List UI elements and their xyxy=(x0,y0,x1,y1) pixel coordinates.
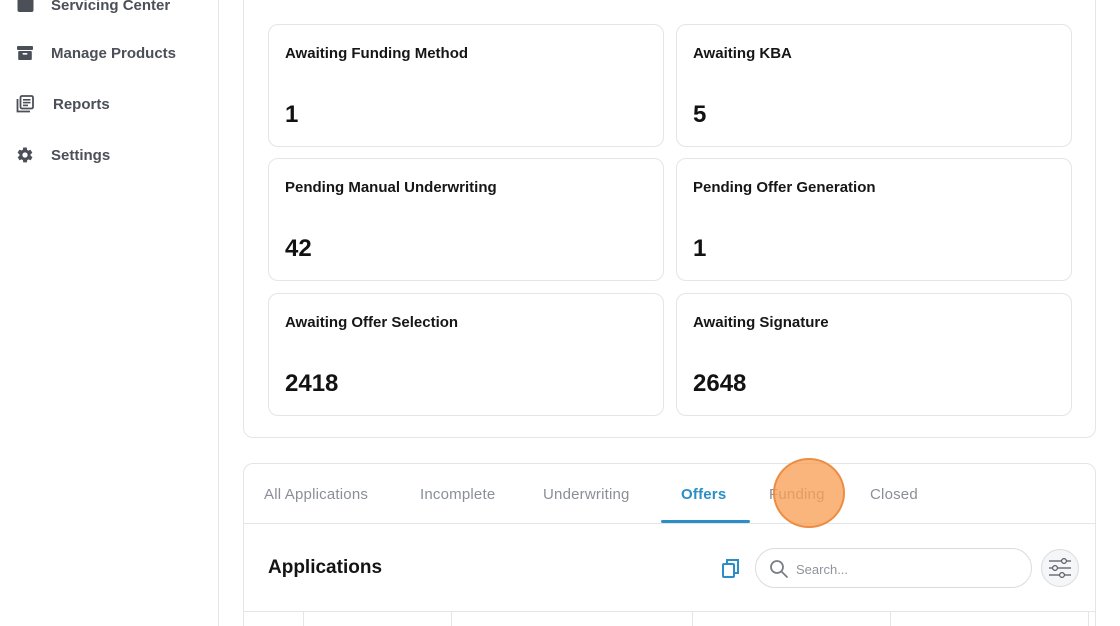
stat-value: 2418 xyxy=(285,370,339,397)
applications-title: Applications xyxy=(268,557,383,578)
stat-label: Awaiting Offer Selection xyxy=(285,314,459,331)
sidebar-item-settings[interactable]: Settings xyxy=(0,137,218,173)
stat-card-pending-offer-generation[interactable]: Pending Offer Generation 1 xyxy=(676,158,1072,281)
stat-label: Pending Offer Generation xyxy=(693,179,876,196)
sidebar-item-label: Servicing Center xyxy=(51,0,171,14)
sidebar-item-reports[interactable]: Reports xyxy=(0,86,218,122)
sidebar: Servicing Center Manage Products Reports… xyxy=(0,0,219,626)
stat-card-awaiting-signature[interactable]: Awaiting Signature 2648 xyxy=(676,293,1072,416)
tab-underwriting[interactable]: Underwriting xyxy=(543,464,630,524)
copy-button[interactable] xyxy=(718,555,744,581)
column-divider xyxy=(451,612,452,626)
sidebar-item-label: Reports xyxy=(53,95,110,113)
tab-incomplete[interactable]: Incomplete xyxy=(420,464,495,524)
gear-icon xyxy=(16,146,34,164)
applications-table-header xyxy=(244,611,1095,626)
active-tab-indicator xyxy=(661,520,750,523)
stat-card-awaiting-kba[interactable]: Awaiting KBA 5 xyxy=(676,24,1072,147)
stat-label: Awaiting Funding Method xyxy=(285,45,469,62)
tab-offers[interactable]: Offers xyxy=(681,464,726,524)
copy-icon xyxy=(722,558,739,578)
sidebar-item-label: Manage Products xyxy=(51,44,177,62)
archive-box-icon xyxy=(16,44,34,62)
stat-value: 1 xyxy=(285,101,299,128)
column-divider xyxy=(1088,612,1089,626)
tab-funding[interactable]: Funding xyxy=(769,464,825,524)
column-divider xyxy=(890,612,891,626)
sliders-icon xyxy=(1049,557,1071,579)
sidebar-item-manage-products[interactable]: Manage Products xyxy=(0,35,218,71)
stat-label: Pending Manual Underwriting xyxy=(285,179,497,196)
search-icon xyxy=(770,560,788,578)
stat-card-pending-manual-underwriting[interactable]: Pending Manual Underwriting 42 xyxy=(268,158,664,281)
stat-value: 1 xyxy=(693,235,707,262)
stat-value: 2648 xyxy=(693,370,747,397)
stat-label: Awaiting Signature xyxy=(693,314,829,331)
application-tabs: All Applications Incomplete Underwriting… xyxy=(244,464,1095,524)
sidebar-item-servicing-center[interactable]: Servicing Center xyxy=(0,0,218,23)
status-summary-panel: Awaiting Funding Method 1 Awaiting KBA 5… xyxy=(243,0,1096,438)
filter-button[interactable] xyxy=(1041,549,1079,587)
search-input[interactable] xyxy=(796,558,1016,580)
column-divider xyxy=(303,612,304,626)
document-stack-icon xyxy=(16,95,34,113)
stat-label: Awaiting KBA xyxy=(693,45,792,62)
stat-card-awaiting-funding-method[interactable]: Awaiting Funding Method 1 xyxy=(268,24,664,147)
folder-icon xyxy=(16,0,34,14)
sidebar-item-label: Settings xyxy=(51,146,111,164)
applications-panel: All Applications Incomplete Underwriting… xyxy=(243,463,1096,626)
stat-value: 42 xyxy=(285,235,312,262)
tab-all-applications[interactable]: All Applications xyxy=(264,464,368,524)
stat-card-awaiting-offer-selection[interactable]: Awaiting Offer Selection 2418 xyxy=(268,293,664,416)
column-divider xyxy=(692,612,693,626)
stat-value: 5 xyxy=(693,101,707,128)
main-content: Awaiting Funding Method 1 Awaiting KBA 5… xyxy=(219,0,1120,626)
search-box[interactable] xyxy=(755,548,1032,588)
tab-closed[interactable]: Closed xyxy=(870,464,918,524)
